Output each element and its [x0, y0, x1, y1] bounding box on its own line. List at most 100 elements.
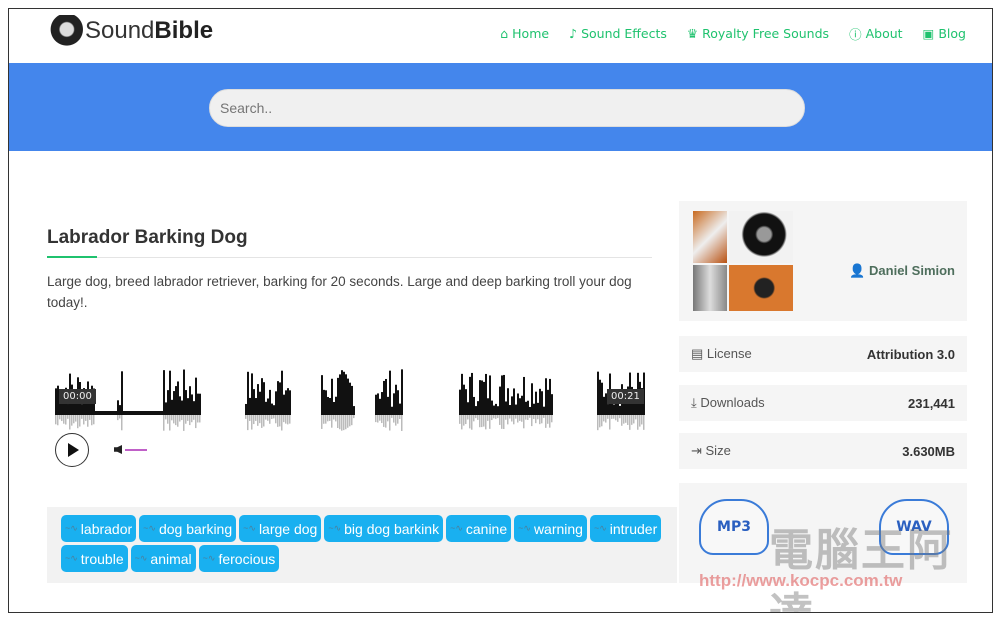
waveform-reflection	[325, 415, 327, 424]
tag-big-dog-barkink[interactable]: ~∿ big dog barkink	[324, 515, 444, 542]
search-input[interactable]	[209, 89, 805, 127]
waveform-icon: ~∿	[518, 523, 531, 533]
waveform-reflection	[175, 415, 177, 426]
tag-canine[interactable]: ~∿ canine	[446, 515, 512, 542]
waveform-reflection	[533, 415, 535, 419]
waveform-bar	[601, 382, 603, 415]
waveform-bar	[263, 382, 265, 415]
logo[interactable]: SoundBible	[47, 15, 213, 47]
title-accent-line	[47, 256, 97, 258]
waveform-bar	[351, 385, 353, 415]
download-mp3-button[interactable]: MP3	[699, 499, 769, 555]
waveform-bar	[519, 398, 521, 415]
waveform-reflection	[191, 415, 193, 423]
play-button[interactable]	[55, 433, 89, 467]
tag-ferocious[interactable]: ~∿ ferocious	[198, 545, 280, 572]
tag-list: ~∿ labrador ~∿ dog barking ~∿ large dog ~∿ big …	[47, 507, 677, 583]
waveform-bar	[257, 384, 259, 415]
nav-blog[interactable]: ▣ Blog	[923, 24, 966, 43]
waveform-reflection	[167, 415, 169, 424]
waveform-reflection	[181, 415, 183, 421]
waveform-bar	[283, 394, 285, 415]
nav-royalty-free-sounds[interactable]: ♛ Royalty Free Sounds	[687, 24, 829, 43]
tag-label: big dog barkink	[344, 520, 440, 537]
waveform-reflection	[529, 415, 531, 418]
waveform-bar	[533, 403, 535, 415]
waveform-reflection	[77, 415, 79, 429]
waveform-bar	[55, 388, 57, 415]
user-icon: 👤	[849, 263, 866, 278]
waveform-bar	[177, 381, 179, 415]
waveform-reflection	[259, 415, 261, 424]
nav-home[interactable]: ⌂ Home	[500, 24, 549, 43]
waveform-reflection	[601, 415, 603, 427]
tag-label: warning	[533, 520, 583, 537]
waveform-bar	[339, 374, 341, 415]
tag-large-dog[interactable]: ~∿ large dog	[239, 515, 322, 542]
waveform-reflection	[285, 415, 287, 424]
waveform-reflection	[383, 415, 385, 427]
waveform-reflection	[327, 415, 329, 422]
waveform-reflection	[629, 415, 631, 430]
waveform-bar	[459, 389, 461, 415]
waveform-reflection	[385, 415, 387, 428]
author-link[interactable]: 👤 Daniel Simion	[849, 263, 955, 279]
waveform-reflection	[65, 415, 67, 425]
waveform-bar	[187, 398, 189, 415]
waveform-icon: ~∿	[65, 553, 78, 563]
waveform-reflection	[121, 415, 123, 431]
waveform-reflection	[69, 415, 71, 430]
tag-warning[interactable]: ~∿ warning	[514, 515, 587, 542]
waveform-bar	[335, 396, 337, 415]
waveform-bar	[511, 396, 513, 415]
license-value[interactable]: Attribution 3.0	[867, 347, 955, 362]
waveform-icon: ~∿	[202, 553, 216, 563]
waveform-bar	[539, 388, 541, 415]
waveform-bar	[181, 400, 183, 415]
waveform-bar	[195, 377, 197, 415]
tag-trouble[interactable]: ~∿ trouble	[61, 545, 128, 572]
waveform-reflection	[463, 415, 465, 426]
start-time: 00:00	[59, 389, 96, 404]
waveform-reflection	[503, 415, 505, 430]
waveform-bar	[253, 389, 255, 415]
tag-animal[interactable]: ~∿ animal	[130, 545, 196, 572]
waveform-bar	[513, 388, 515, 415]
waveform-reflection	[381, 415, 383, 424]
nav-about[interactable]: ⓘ About	[849, 24, 902, 43]
waveform-reflection	[377, 415, 379, 423]
volume-control[interactable]	[114, 445, 147, 454]
thumb-speaker	[729, 265, 793, 311]
waveform-reflection	[399, 415, 401, 419]
waveform-bar	[527, 400, 529, 415]
logo-text-bold: Bible	[154, 17, 214, 44]
waveform-bar	[325, 390, 327, 415]
waveform-reflection	[549, 415, 551, 428]
nav-label: Blog	[938, 26, 966, 41]
nav-sound-effects[interactable]: ♪ Sound Effects	[569, 24, 667, 43]
waveform-reflection	[255, 415, 257, 421]
tag-dog-barking[interactable]: ~∿ dog barking	[139, 515, 237, 542]
waveform-reflection	[197, 415, 199, 423]
home-icon: ⌂	[500, 26, 509, 41]
tag-label: animal	[150, 550, 192, 567]
tag-labrador[interactable]: ~∿ labrador	[61, 515, 137, 542]
license-label: License	[706, 346, 752, 361]
waveform-bar	[261, 378, 263, 415]
waveform-reflection	[597, 415, 599, 431]
waveform-reflection	[523, 415, 525, 429]
tag-intruder[interactable]: ~∿ intruder	[589, 515, 662, 542]
waveform-reflection	[375, 415, 377, 423]
volume-slider[interactable]	[125, 448, 147, 451]
waveform-reflection	[331, 415, 333, 428]
waveform-bar	[81, 404, 83, 415]
waveform-bar	[551, 394, 553, 415]
waveform-reflection	[507, 415, 509, 425]
waveform-reflection	[397, 415, 399, 424]
waveform[interactable]	[55, 359, 645, 431]
waveform-reflection	[349, 415, 351, 427]
waveform-reflection	[81, 415, 83, 419]
waveform-reflection	[641, 415, 643, 425]
volume-icon[interactable]	[114, 445, 122, 454]
author-card: 👤 Daniel Simion	[679, 201, 967, 321]
